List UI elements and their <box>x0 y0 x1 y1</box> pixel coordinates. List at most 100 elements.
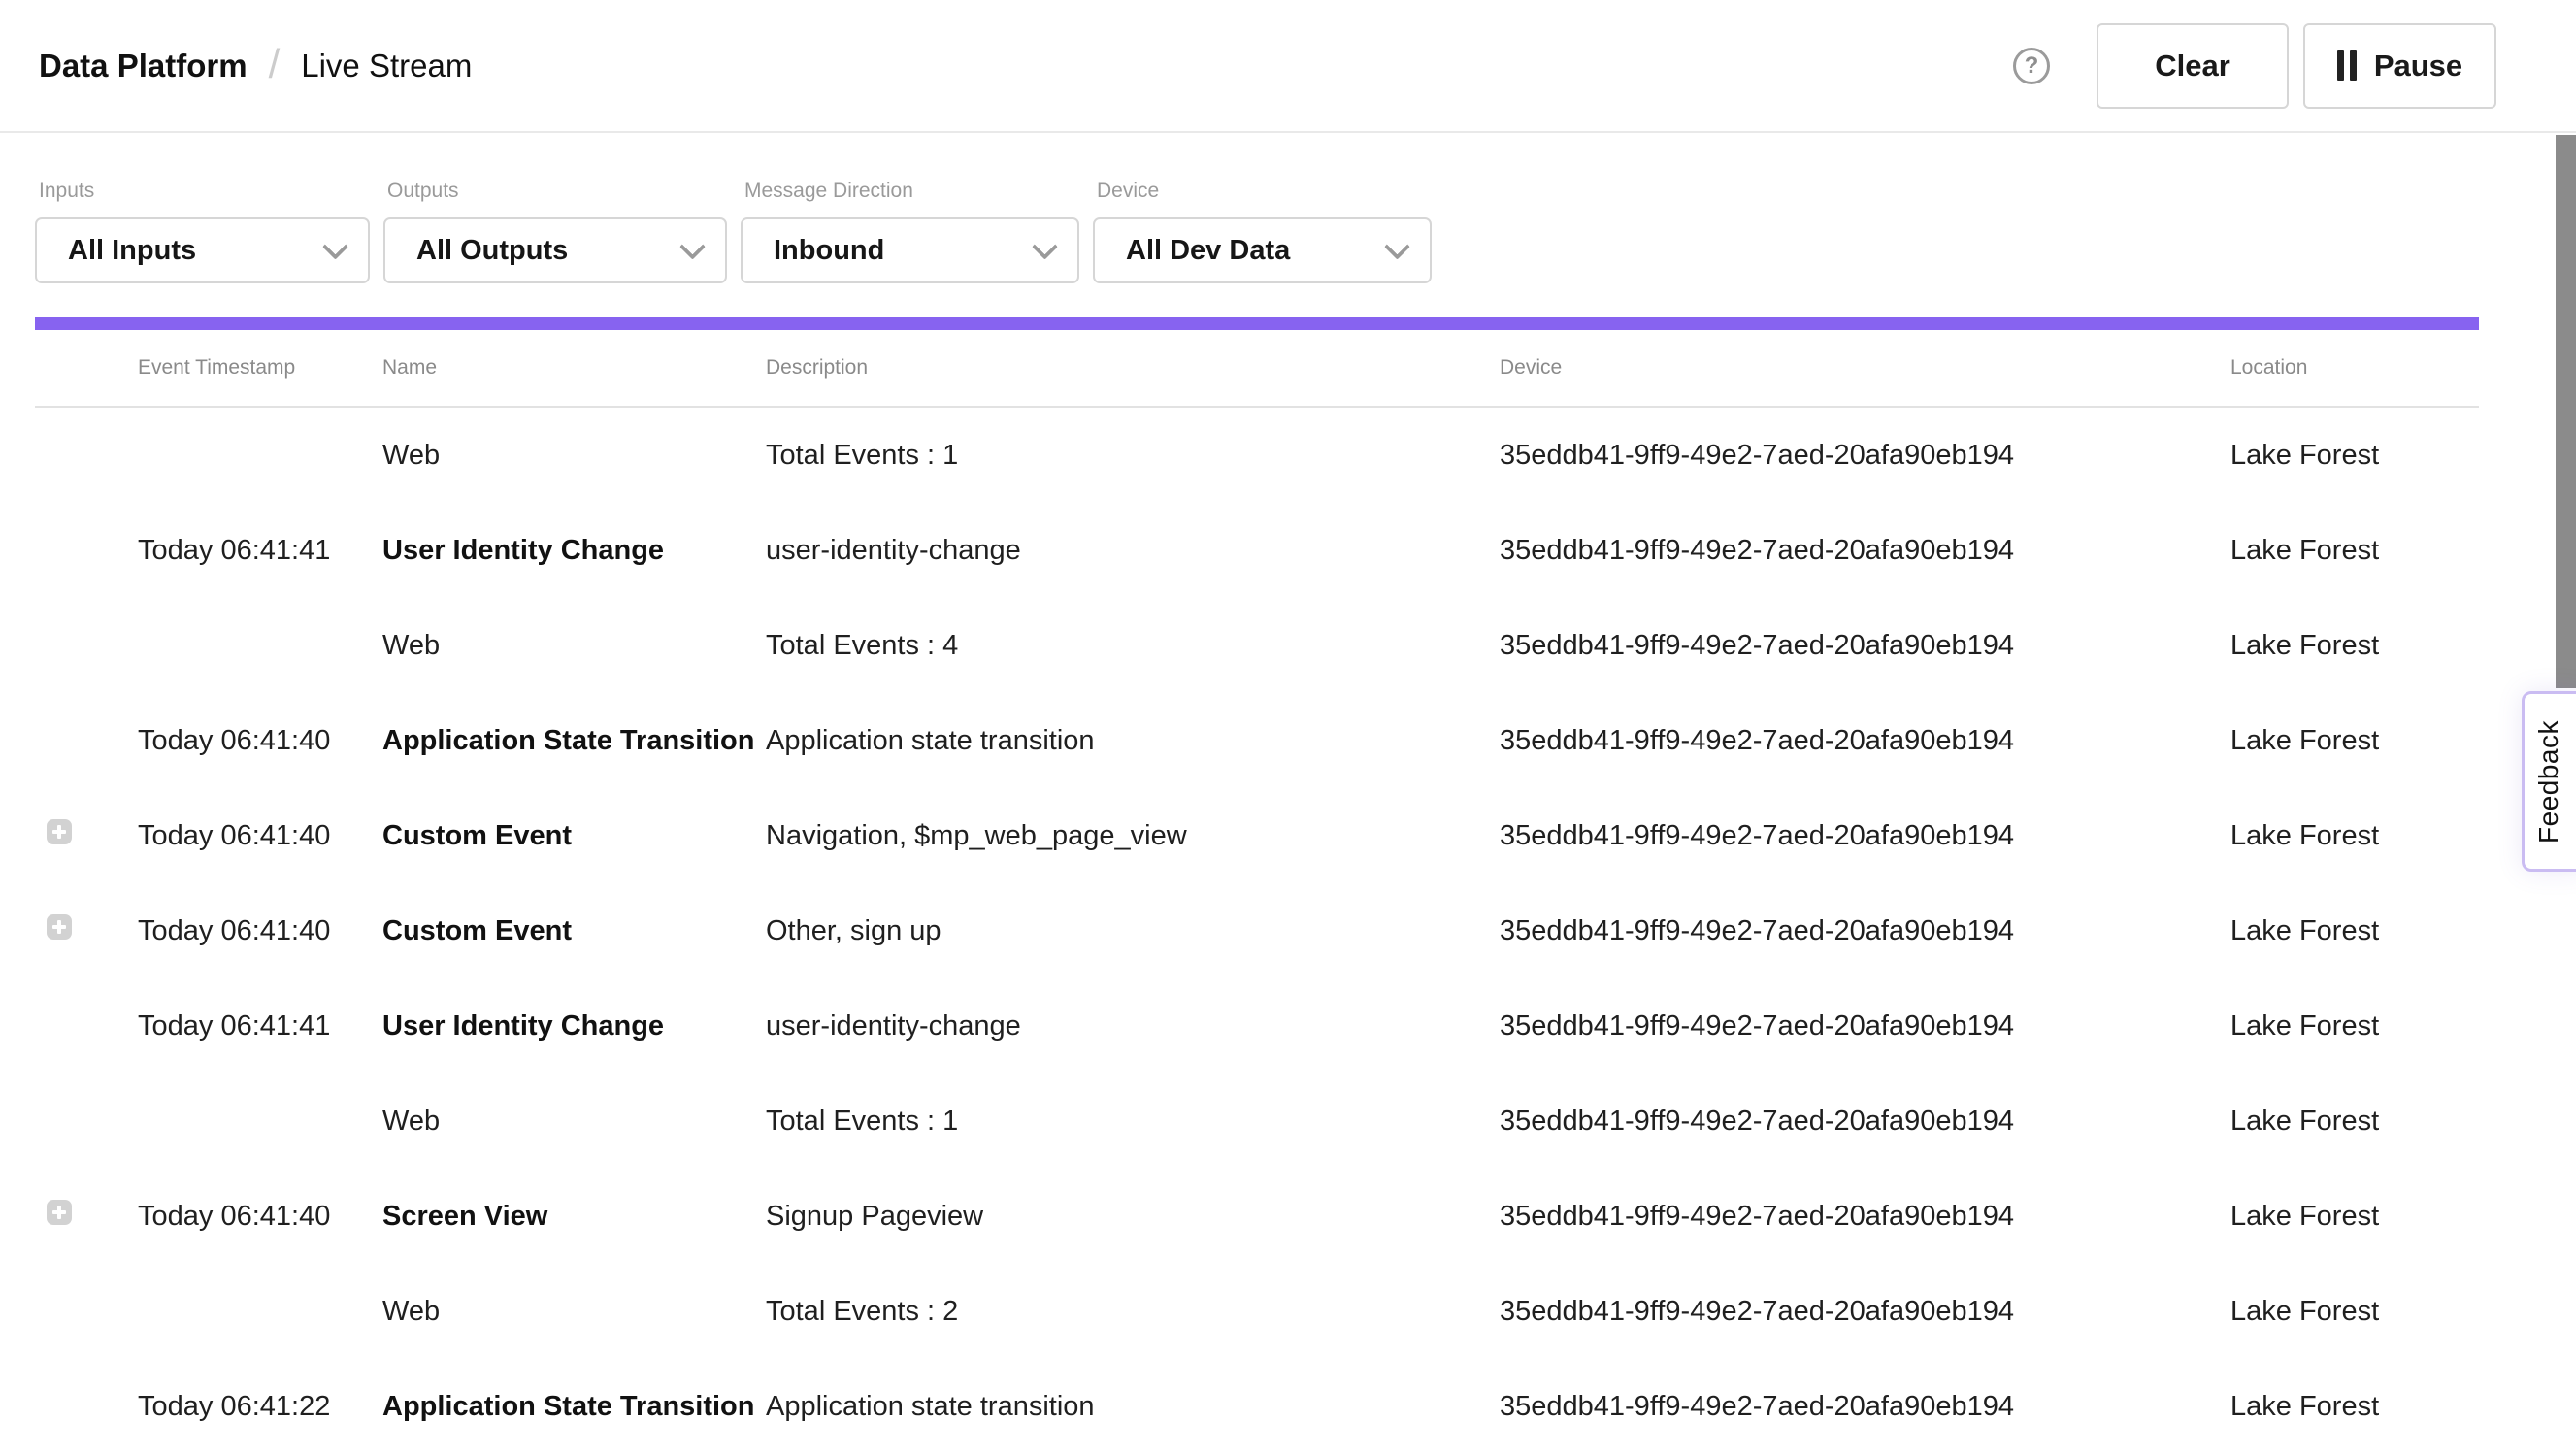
inputs-select-value: All Inputs <box>68 235 326 267</box>
table-header-row: Event Timestamp Name Description Device … <box>35 330 2479 408</box>
help-icon[interactable]: ? <box>2013 48 2050 84</box>
event-name-cell: Screen View <box>382 1201 766 1233</box>
event-timestamp-cell: Today 06:41:40 <box>138 915 382 947</box>
event-location-cell: Lake Forest <box>2230 1391 2479 1423</box>
event-device-cell: 35eddb41-9ff9-49e2-7aed-20afa90eb194 <box>1500 1296 2230 1328</box>
header-actions: ? Clear Pause <box>2013 23 2496 109</box>
expand-cell <box>35 439 138 472</box>
event-location-cell: Lake Forest <box>2230 1106 2479 1138</box>
table-row: Today 06:41:41 User Identity Change user… <box>35 978 2479 1074</box>
table-row: Web Total Events : 4 35eddb41-9ff9-49e2-… <box>35 598 2479 693</box>
expand-cell <box>35 724 138 757</box>
feedback-tab-label: Feedback <box>2533 720 2564 843</box>
event-timestamp-cell: Today 06:41:40 <box>138 1201 382 1233</box>
chevron-down-icon <box>679 233 706 259</box>
filter-inputs: Inputs All Inputs <box>35 180 370 283</box>
event-device-cell: 35eddb41-9ff9-49e2-7aed-20afa90eb194 <box>1500 1106 2230 1138</box>
event-description-cell: user-identity-change <box>766 1010 1500 1042</box>
event-timestamp-cell: Today 06:41:40 <box>138 725 382 757</box>
event-description-cell: Other, sign up <box>766 915 1500 947</box>
expand-cell <box>35 819 138 852</box>
event-name-cell: Application State Transition <box>382 1391 766 1423</box>
event-name-cell: User Identity Change <box>382 535 766 567</box>
event-device-cell: 35eddb41-9ff9-49e2-7aed-20afa90eb194 <box>1500 630 2230 662</box>
event-description-cell: Total Events : 4 <box>766 630 1500 662</box>
table-row: Today 06:41:40 Custom Event Navigation, … <box>35 788 2479 883</box>
event-timestamp-cell: Today 06:41:41 <box>138 1010 382 1042</box>
event-name-cell: Web <box>382 1296 766 1328</box>
outputs-select[interactable]: All Outputs <box>383 217 727 283</box>
event-name-cell: Web <box>382 630 766 662</box>
table-row: Web Total Events : 1 35eddb41-9ff9-49e2-… <box>35 1074 2479 1169</box>
message-direction-select[interactable]: Inbound <box>741 217 1079 283</box>
chevron-down-icon <box>1384 233 1410 259</box>
expand-button[interactable] <box>47 819 72 844</box>
filter-outputs: Outputs All Outputs <box>383 180 727 283</box>
event-name-cell: Custom Event <box>382 915 766 947</box>
event-device-cell: 35eddb41-9ff9-49e2-7aed-20afa90eb194 <box>1500 440 2230 472</box>
table-row: Today 06:41:22 Application State Transit… <box>35 1359 2479 1454</box>
event-description-cell: Application state transition <box>766 1391 1500 1423</box>
event-location-cell: Lake Forest <box>2230 440 2479 472</box>
outputs-select-value: All Outputs <box>416 235 683 267</box>
device-select[interactable]: All Dev Data <box>1093 217 1432 283</box>
live-stream-progress-bar <box>35 317 2479 330</box>
feedback-tab[interactable]: Feedback <box>2522 691 2576 872</box>
event-device-cell: 35eddb41-9ff9-49e2-7aed-20afa90eb194 <box>1500 915 2230 947</box>
event-device-cell: 35eddb41-9ff9-49e2-7aed-20afa90eb194 <box>1500 1010 2230 1042</box>
breadcrumb-parent[interactable]: Data Platform <box>39 48 248 84</box>
event-device-cell: 35eddb41-9ff9-49e2-7aed-20afa90eb194 <box>1500 1391 2230 1423</box>
column-header-name: Name <box>382 356 766 380</box>
event-location-cell: Lake Forest <box>2230 725 2479 757</box>
expand-button[interactable] <box>47 914 72 940</box>
event-device-cell: 35eddb41-9ff9-49e2-7aed-20afa90eb194 <box>1500 1201 2230 1233</box>
inputs-filter-label: Inputs <box>39 180 370 203</box>
filter-message-direction: Message Direction Inbound <box>741 180 1079 283</box>
pause-icon <box>2337 50 2357 81</box>
device-select-value: All Dev Data <box>1126 235 1388 267</box>
event-description-cell: Application state transition <box>766 725 1500 757</box>
event-location-cell: Lake Forest <box>2230 820 2479 852</box>
column-header-location: Location <box>2230 356 2479 380</box>
event-device-cell: 35eddb41-9ff9-49e2-7aed-20afa90eb194 <box>1500 535 2230 567</box>
column-header-description: Description <box>766 356 1500 380</box>
event-name-cell: Web <box>382 1106 766 1138</box>
event-description-cell: Navigation, $mp_web_page_view <box>766 820 1500 852</box>
expand-cell <box>35 1295 138 1328</box>
events-table: Event Timestamp Name Description Device … <box>35 330 2479 1454</box>
inputs-select[interactable]: All Inputs <box>35 217 370 283</box>
event-timestamp-cell: Today 06:41:41 <box>138 535 382 567</box>
clear-button[interactable]: Clear <box>2097 23 2289 109</box>
event-location-cell: Lake Forest <box>2230 535 2479 567</box>
table-row: Today 06:41:40 Custom Event Other, sign … <box>35 883 2479 978</box>
clear-button-label: Clear <box>2155 49 2230 83</box>
column-header-event-timestamp: Event Timestamp <box>138 356 382 380</box>
expand-cell <box>35 534 138 567</box>
event-location-cell: Lake Forest <box>2230 1201 2479 1233</box>
pause-button-label: Pause <box>2374 49 2462 83</box>
table-body: Web Total Events : 1 35eddb41-9ff9-49e2-… <box>35 408 2479 1454</box>
event-device-cell: 35eddb41-9ff9-49e2-7aed-20afa90eb194 <box>1500 820 2230 852</box>
expand-cell <box>35 1009 138 1042</box>
event-location-cell: Lake Forest <box>2230 630 2479 662</box>
event-name-cell: Web <box>382 440 766 472</box>
breadcrumb: Data Platform / Live Stream <box>39 43 472 89</box>
table-row: Web Total Events : 1 35eddb41-9ff9-49e2-… <box>35 408 2479 503</box>
page-header: Data Platform / Live Stream ? Clear Paus… <box>0 0 2576 133</box>
outputs-filter-label: Outputs <box>387 180 727 203</box>
table-row: Today 06:41:41 User Identity Change user… <box>35 503 2479 598</box>
vertical-scrollbar-thumb[interactable] <box>2556 135 2576 688</box>
table-row: Today 06:41:40 Screen View Signup Pagevi… <box>35 1169 2479 1264</box>
page-title: Live Stream <box>301 48 472 84</box>
event-location-cell: Lake Forest <box>2230 1010 2479 1042</box>
event-timestamp-cell: Today 06:41:40 <box>138 820 382 852</box>
breadcrumb-separator: / <box>269 41 281 87</box>
message-direction-select-value: Inbound <box>774 235 1036 267</box>
device-filter-label: Device <box>1097 180 1432 203</box>
expand-cell <box>35 914 138 947</box>
expand-button[interactable] <box>47 1200 72 1225</box>
event-name-cell: Application State Transition <box>382 725 766 757</box>
chevron-down-icon <box>322 233 348 259</box>
pause-button[interactable]: Pause <box>2303 23 2496 109</box>
column-header-device: Device <box>1500 356 2230 380</box>
